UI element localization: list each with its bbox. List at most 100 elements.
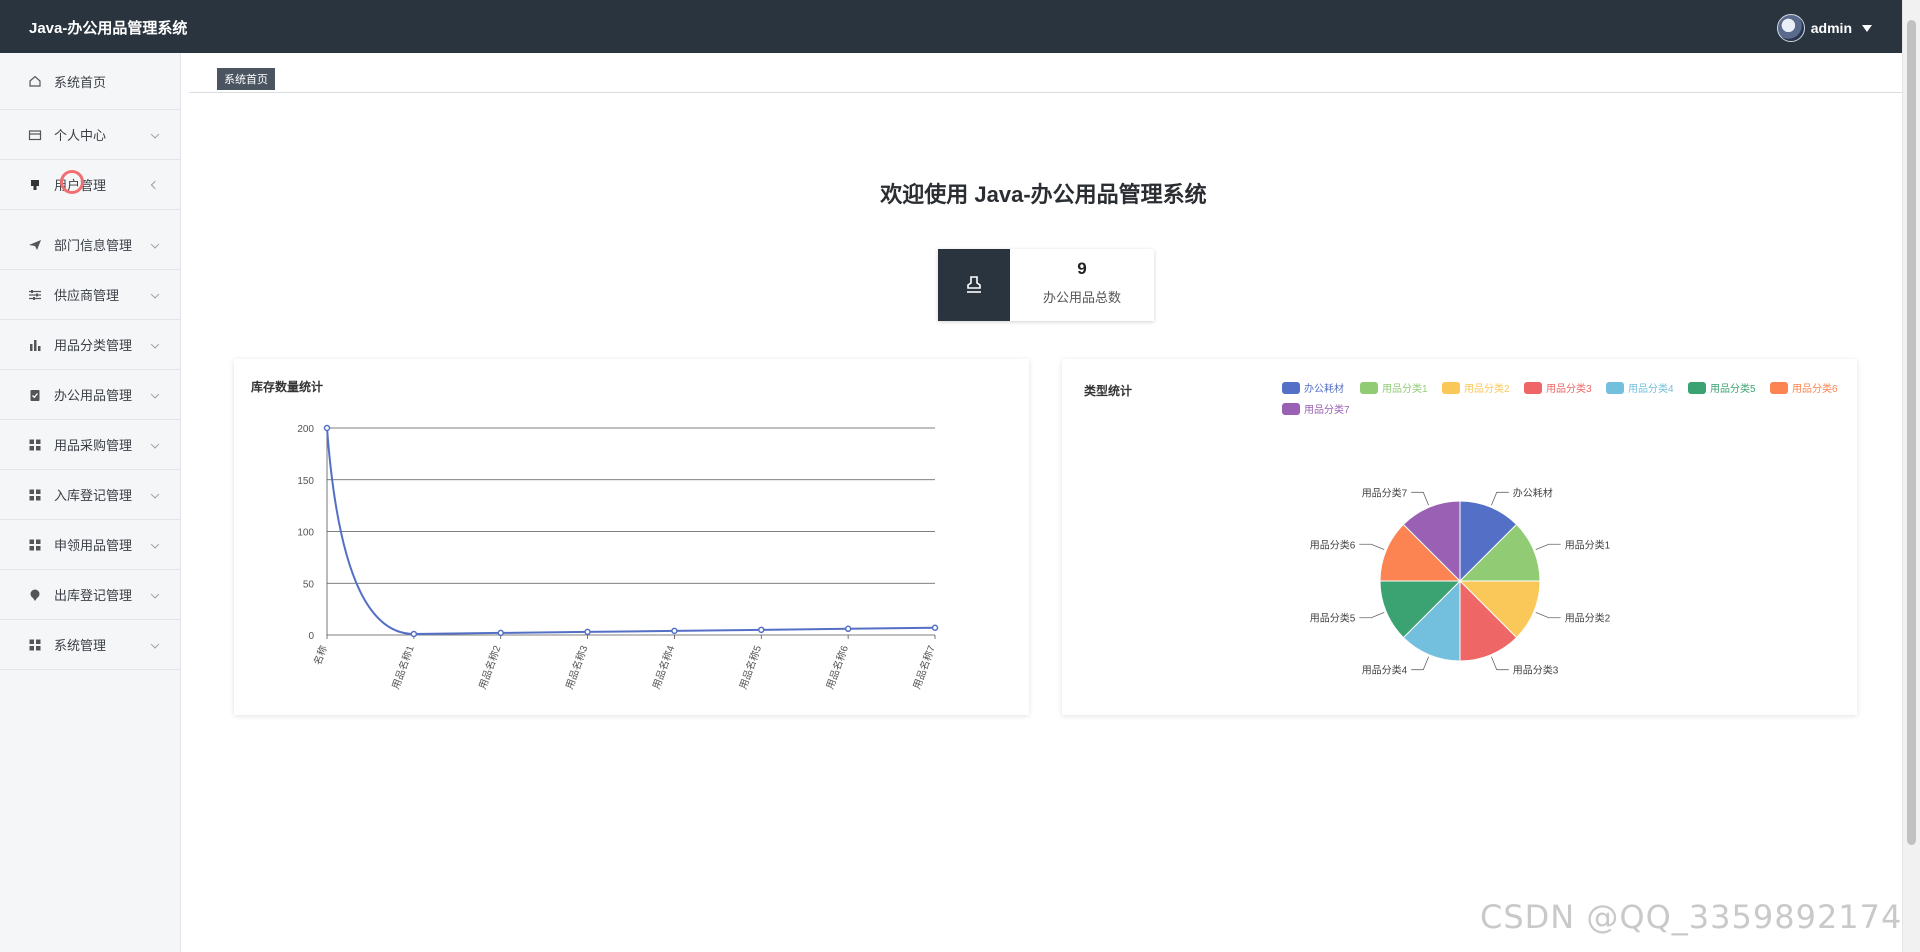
- grid-icon: [28, 538, 42, 552]
- sidebar-item-label: 办公用品管理: [54, 388, 133, 403]
- sidebar-item-label: 部门信息管理: [54, 238, 133, 253]
- type-pie-chart: 办公耗材 用品分类1 用品分类2 用品分类3 用品分类4 用品分类5 用品分类6用品分类7办…: [1282, 382, 1838, 677]
- label-leader: [1411, 656, 1429, 671]
- sidebar-item[interactable]: 部门信息管理: [0, 220, 180, 270]
- grid-icon: [28, 638, 42, 652]
- sidebar-item[interactable]: 供应商管理: [0, 270, 180, 320]
- slice-label: 用品分类6: [1310, 538, 1356, 551]
- x-tick-label: 用品名称1: [389, 643, 417, 691]
- label-leader: [1491, 491, 1509, 506]
- chevron-down-icon: [150, 129, 160, 139]
- breadcrumb: 系统首页: [189, 53, 1902, 93]
- legend-swatch: [1770, 382, 1788, 394]
- total-items-card: 9 办公用品总数: [938, 249, 1154, 321]
- page-scrollbar[interactable]: [1902, 0, 1920, 952]
- chevron-down-icon: [150, 589, 160, 599]
- chevron-down-icon: [150, 439, 160, 449]
- slice-label: 用品分类5: [1310, 612, 1356, 625]
- watermark: CSDN @QQ_3359892174: [1480, 898, 1903, 936]
- sidebar-item-label: 系统管理: [54, 638, 107, 653]
- top-header: Java-办公用品管理系统 admin: [0, 0, 1920, 53]
- type-chart-panel: 类型统计 办公耗材 用品分类1 用品分类2 用品分类3 用品分类4 用品分类5 用品分类6 用…: [1062, 359, 1857, 715]
- stock-chart-panel: 库存数量统计 0 50 100 150 200 名称 用品名称1 用品名称2 用品名称3 用品名称…: [234, 359, 1029, 715]
- data-point: [844, 625, 852, 633]
- legend-label: 用品分类5: [1710, 382, 1756, 395]
- grid-icon: [28, 438, 42, 452]
- total-items-value: 9: [1077, 259, 1087, 278]
- series-line: [326, 427, 936, 635]
- slice-label: 用品分类3: [1513, 664, 1559, 677]
- legend-label: 用品分类4: [1628, 382, 1674, 395]
- legend-swatch: [1282, 403, 1300, 415]
- chevron-down-icon: [150, 639, 160, 649]
- x-tick-label: 用品名称4: [649, 643, 677, 691]
- total-items-label: 办公用品总数: [1042, 290, 1121, 305]
- data-point: [758, 626, 765, 634]
- data-point: [931, 624, 939, 632]
- sidebar-item[interactable]: 出库登记管理: [0, 570, 180, 620]
- legend-label: 用品分类7: [1304, 403, 1350, 416]
- sidebar-item-label: 出库登记管理: [54, 588, 133, 603]
- data-point: [410, 630, 418, 638]
- clipboard-check-icon: [28, 388, 42, 402]
- legend-swatch: [1282, 382, 1300, 394]
- sidebar-item[interactable]: 系统管理: [0, 620, 180, 670]
- sidebar-item-label: 个人中心: [54, 128, 107, 143]
- label-leader: [1359, 612, 1385, 619]
- user-menu[interactable]: admin: [1776, 14, 1872, 42]
- data-point: [671, 627, 678, 635]
- legend-label: 用品分类1: [1382, 382, 1428, 395]
- legend-swatch: [1688, 382, 1706, 394]
- card-icon: [28, 128, 42, 142]
- username[interactable]: admin: [1811, 20, 1852, 36]
- x-tick-label: 用品名称2: [476, 643, 504, 691]
- pin-icon: [28, 588, 42, 602]
- sidebar-item[interactable]: 入库登记管理: [0, 470, 180, 520]
- sidebar-item[interactable]: 个人中心: [0, 110, 180, 160]
- slice-label: 用品分类7: [1362, 486, 1408, 499]
- chevron-left-icon: [150, 180, 160, 189]
- click-indicator: [60, 170, 84, 194]
- sidebar-item[interactable]: 用品分类管理: [0, 320, 180, 370]
- label-leader: [1359, 543, 1385, 550]
- sidebar-item[interactable]: 用品采购管理: [0, 420, 180, 470]
- x-tick-label: 用品名称5: [736, 643, 764, 691]
- y-tick-label: 200: [297, 424, 314, 435]
- avatar[interactable]: [1776, 14, 1805, 42]
- stamp-icon: [938, 249, 1010, 321]
- page-title: 欢迎使用 Java-办公用品管理系统: [880, 182, 1207, 207]
- sidebar-item[interactable]: 办公用品管理: [0, 370, 180, 420]
- sidebar-item[interactable]: 申领用品管理: [0, 520, 180, 570]
- sidebar-item-label: 入库登记管理: [54, 488, 133, 503]
- sidebar: 系统首页个人中心用户管理部门信息管理供应商管理 用品分类管理办公用品管理 用品采购管…: [0, 53, 181, 952]
- legend-swatch: [1606, 382, 1624, 394]
- sidebar-item-label: 用品采购管理: [54, 438, 133, 453]
- y-tick-label: 150: [297, 476, 314, 487]
- data-point: [323, 424, 331, 432]
- chevron-down-icon: [150, 339, 160, 349]
- scrollbar-thumb[interactable]: [1907, 20, 1916, 845]
- caret-down-icon[interactable]: [1862, 24, 1872, 32]
- legend-label: 用品分类3: [1546, 382, 1592, 395]
- sidebar-item-label: 系统首页: [54, 74, 107, 90]
- chevron-down-icon: [150, 289, 160, 299]
- app-title: Java-办公用品管理系统: [29, 20, 188, 37]
- legend-label: 办公耗材: [1304, 382, 1344, 395]
- breadcrumb-home-tag[interactable]: 系统首页: [217, 68, 275, 90]
- sidebar-item[interactable]: 用户管理: [0, 160, 180, 210]
- send-icon: [28, 238, 42, 252]
- label-leader: [1491, 656, 1509, 671]
- data-point: [584, 628, 591, 636]
- stock-line-chart: 0 50 100 150 200 名称 用品名称1 用品名称2 用品名称3 用品名称4 用品名称5 用…: [297, 424, 939, 691]
- grid-icon: [28, 488, 42, 502]
- label-leader: [1535, 612, 1561, 619]
- x-tick-label: 用品名称6: [823, 643, 851, 691]
- y-tick-label: 50: [303, 579, 315, 590]
- label-leader: [1411, 491, 1429, 506]
- legend-swatch: [1442, 382, 1460, 394]
- sidebar-item-label: 申领用品管理: [54, 538, 133, 553]
- x-tick-label: 用品名称7: [910, 643, 938, 691]
- y-tick-label: 0: [308, 631, 314, 642]
- slice-label: 用品分类1: [1565, 538, 1611, 551]
- sidebar-item[interactable]: 系统首页: [0, 53, 180, 110]
